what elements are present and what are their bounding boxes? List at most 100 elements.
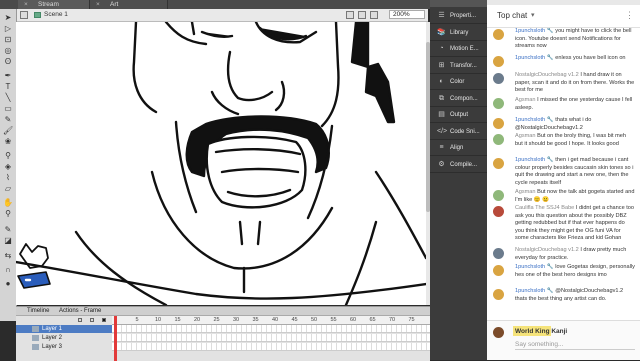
selection-tool-icon[interactable]: ➤ <box>3 13 13 22</box>
tab-actions-frame[interactable]: Actions - Frame <box>56 307 104 315</box>
3d-rotation-icon[interactable]: ◎ <box>3 46 13 55</box>
current-username: World King Kanji <box>515 328 568 335</box>
scene-bar: Scene 1 200% <box>16 9 428 22</box>
subselection-tool-icon[interactable]: ▷ <box>3 24 13 33</box>
align-icon: ≡ <box>439 144 444 151</box>
chat-author[interactable]: Agsman <box>515 97 536 103</box>
panel-item[interactable]: ⊞ Transfor... <box>430 58 487 74</box>
layer-frames[interactable] <box>112 343 430 351</box>
free-transform-icon[interactable]: ⊡ <box>3 35 13 44</box>
chat-author[interactable]: 1punchsloth <box>515 157 545 163</box>
playhead[interactable] <box>114 316 117 361</box>
frame-number: 10 <box>155 317 162 323</box>
doc-tab-stream-doodles[interactable]: × Stream Doodles.fla* <box>18 0 90 17</box>
close-icon[interactable]: × <box>96 0 100 9</box>
brush-tool-icon[interactable]: 🖌 <box>3 126 13 135</box>
panel-label: Compon... <box>450 95 478 102</box>
more-options-icon[interactable]: ⋮ <box>625 10 634 21</box>
chat-author[interactable]: NostalgicDouchebag v1.2 <box>515 72 579 78</box>
doc-tab-art-commissions[interactable]: × Art Commissions.fla <box>90 0 168 17</box>
chat-author[interactable]: Caulifla The SSJ4 Babe <box>515 205 574 211</box>
panel-item[interactable]: ⚙ Compile... <box>430 157 487 173</box>
panel-label: Align <box>450 145 464 151</box>
pen-tool-icon[interactable]: ✒ <box>3 71 13 80</box>
panel-item[interactable]: ◐ Color <box>430 74 487 90</box>
lasso-tool-icon[interactable]: ʘ <box>3 57 13 66</box>
panel-label: Color <box>450 79 465 85</box>
swap-colors-icon[interactable]: ⇆ <box>3 251 13 260</box>
frame-ruler[interactable]: 151015202530354045505560657075 <box>112 316 430 325</box>
stage-canvas[interactable] <box>16 22 426 305</box>
rectangle-tool-icon[interactable]: ▭ <box>3 104 13 113</box>
layer-row[interactable]: Layer 1 <box>16 325 112 333</box>
chat-author[interactable]: 1punchsloth <box>515 264 545 270</box>
paint-bucket-icon[interactable]: ◈ <box>3 162 13 171</box>
deco-tool-icon[interactable]: ❀ <box>3 137 13 146</box>
back-arrow-icon[interactable] <box>20 11 28 19</box>
motion-editor-icon: ◔ <box>439 45 444 52</box>
layer-icon <box>32 326 39 332</box>
timeline-tab-bar: Timeline Actions - Frame <box>16 307 430 316</box>
chat-author[interactable]: 1punchsloth <box>515 55 545 61</box>
chat-mode-label[interactable]: Top chat <box>497 11 527 20</box>
frame-number: 35 <box>252 317 259 323</box>
chat-message-list[interactable]: 1punchsloth 🔧 you might have to click th… <box>487 28 640 319</box>
chat-author[interactable]: 1punchsloth <box>515 28 545 34</box>
chat-author[interactable]: Agsman <box>515 189 536 195</box>
chat-author[interactable]: NostalgicDouchebag v1.2 <box>515 247 579 253</box>
brush-size-icon[interactable]: ● <box>3 279 13 288</box>
eye-icon[interactable] <box>78 318 82 322</box>
panel-item[interactable]: ⧉ Compon... <box>430 91 487 107</box>
frame-number: 75 <box>408 317 415 323</box>
chat-input[interactable]: Say something... <box>515 341 563 348</box>
moderator-wrench-icon: 🔧 <box>545 55 554 61</box>
edit-scene-icon[interactable] <box>346 11 354 19</box>
panel-item[interactable]: ☰ Properti... <box>430 8 487 24</box>
panel-item[interactable]: 📚 Library <box>430 25 487 41</box>
avatar <box>493 190 504 201</box>
pencil-tool-icon[interactable]: ✎ <box>3 115 13 124</box>
zoom-value: 200% <box>393 11 410 18</box>
avatar <box>493 206 504 217</box>
line-tool-icon[interactable]: ╲ <box>3 93 13 102</box>
chat-author[interactable]: 1punchsloth <box>515 117 545 123</box>
zoom-tool-icon[interactable]: ⚲ <box>3 209 13 218</box>
fill-color-swatch[interactable]: ◪ <box>3 236 13 245</box>
bone-tool-icon[interactable]: ⚲ <box>3 151 13 160</box>
text-tool-icon[interactable]: T <box>3 82 13 91</box>
chat-message-body: NostalgicDouchebag v1.2 I hand draw it o… <box>515 72 635 95</box>
chat-author[interactable]: Agsman <box>515 133 536 139</box>
layer-row[interactable]: Layer 3 <box>16 343 112 351</box>
hand-tool-icon[interactable]: ✋ <box>3 198 13 207</box>
lock-icon[interactable] <box>90 318 94 322</box>
panel-item[interactable]: ◔ Motion E... <box>430 41 487 57</box>
layer-frames[interactable] <box>112 334 430 342</box>
panel-label: Library <box>450 29 469 36</box>
tab-timeline[interactable]: Timeline <box>24 307 52 315</box>
chat-message-body: 1punchsloth 🔧 @NostalgicDouchebagv1.2 th… <box>515 288 635 303</box>
panel-label: Output <box>450 112 469 118</box>
chat-message-body: 1punchsloth 🔧 then i get mad because i c… <box>515 157 635 187</box>
close-icon[interactable]: × <box>24 0 28 9</box>
frame-number: 65 <box>369 317 376 323</box>
outline-icon[interactable] <box>102 318 106 322</box>
panel-dock: ☰ Properti... 📚 Library ◔ Motion E... ⊞ Transfo… <box>430 0 487 360</box>
layer-frames[interactable] <box>112 325 430 333</box>
avatar <box>493 134 504 145</box>
panel-item[interactable]: ≡ Align <box>430 140 487 156</box>
panel-item[interactable]: ▤ Output <box>430 107 487 123</box>
snap-magnet-icon[interactable]: ∩ <box>3 265 13 274</box>
timeline-panel: Timeline Actions - Frame 151015202530354… <box>16 306 430 361</box>
chevron-down-icon[interactable]: ▾ <box>531 11 535 19</box>
panel-item[interactable]: </> Code Sni... <box>430 124 487 140</box>
frame-number: 45 <box>291 317 298 323</box>
stroke-color-swatch[interactable]: ✎ <box>3 225 13 234</box>
eraser-tool-icon[interactable]: ▱ <box>3 184 13 193</box>
eyedropper-icon[interactable]: ⌇ <box>3 173 13 182</box>
edit-symbols-icon[interactable] <box>358 11 366 19</box>
moderator-wrench-icon: 🔧 <box>545 157 554 163</box>
layer-row[interactable]: Layer 2 <box>16 334 112 342</box>
chat-author[interactable]: 1punchsloth <box>515 288 545 294</box>
zoom-select[interactable]: 200% <box>389 10 425 19</box>
stage-position-icon[interactable] <box>370 11 378 19</box>
